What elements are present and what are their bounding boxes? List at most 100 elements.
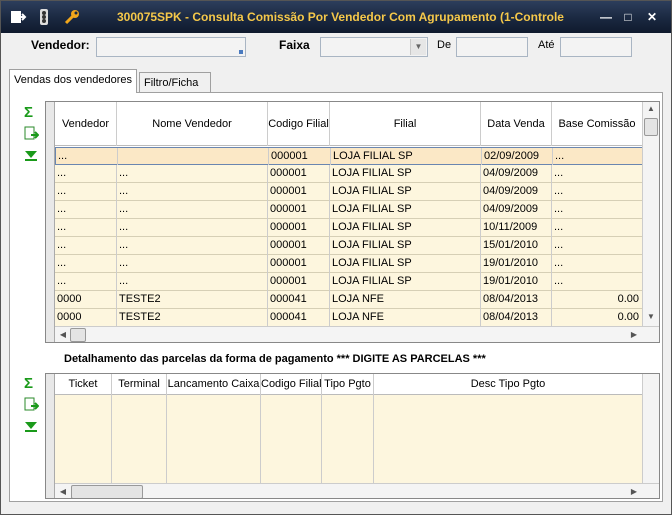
column-header-ticket[interactable]: Ticket bbox=[55, 374, 112, 395]
column-header-data-venda[interactable]: Data Venda bbox=[481, 102, 552, 146]
table-cell[interactable]: TESTE2 bbox=[117, 309, 268, 327]
table-cell[interactable]: ... bbox=[553, 148, 644, 166]
tab-vendas-dos-vendedores[interactable]: Vendas dos vendedores bbox=[9, 69, 137, 93]
column-header-nome-vendedor[interactable]: Nome Vendedor bbox=[117, 102, 268, 146]
table-cell[interactable]: LOJA FILIAL SP bbox=[330, 273, 481, 291]
table-cell[interactable]: ... bbox=[117, 201, 268, 219]
table-cell[interactable]: ... bbox=[117, 165, 268, 183]
table-cell[interactable]: LOJA FILIAL SP bbox=[331, 148, 482, 166]
column-header-codigo-filial-detail[interactable]: Codigo Filial bbox=[261, 374, 322, 395]
detail-vertical-scrollbar[interactable] bbox=[642, 374, 659, 483]
export-grid-icon[interactable] bbox=[23, 126, 39, 142]
tab-filtro-ficha[interactable]: Filtro/Ficha bbox=[139, 72, 211, 92]
table-cell[interactable]: ... bbox=[117, 255, 268, 273]
table-cell[interactable]: LOJA FILIAL SP bbox=[330, 237, 481, 255]
chevron-down-icon[interactable]: ▼ bbox=[410, 39, 426, 55]
table-cell[interactable]: 04/09/2009 bbox=[481, 165, 552, 183]
sum-icon[interactable]: Σ bbox=[24, 105, 40, 121]
column-header-vendedor[interactable]: Vendedor bbox=[55, 102, 117, 146]
scroll-down-icon[interactable]: ▼ bbox=[643, 312, 659, 321]
table-cell[interactable]: 08/04/2013 bbox=[481, 291, 552, 309]
table-cell[interactable]: ... bbox=[552, 237, 643, 255]
payment-installments-grid[interactable]: Ticket Terminal Lancamento Caixa Codigo … bbox=[45, 373, 660, 499]
table-row[interactable]: 0000 TESTE2 000041 LOJA NFE 08/04/2013 0.00 bbox=[55, 309, 643, 327]
table-cell[interactable]: ... bbox=[552, 165, 643, 183]
sales-grid[interactable]: Vendedor Nome Vendedor Codigo Filial Fil… bbox=[45, 101, 660, 343]
column-header-terminal[interactable]: Terminal bbox=[112, 374, 167, 395]
faixa-select[interactable]: ▼ bbox=[320, 37, 428, 57]
table-cell[interactable]: 000001 bbox=[268, 201, 330, 219]
table-row[interactable]: ...... 000001 LOJA FILIAL SP 15/01/2010... bbox=[55, 237, 643, 255]
minimize-button[interactable]: — bbox=[598, 9, 614, 25]
column-header-lancamento-caixa[interactable]: Lancamento Caixa bbox=[167, 374, 261, 395]
table-cell[interactable]: ... bbox=[56, 148, 118, 166]
scrollbar-thumb-horizontal[interactable] bbox=[70, 328, 86, 342]
table-cell[interactable]: 000041 bbox=[268, 309, 330, 327]
table-cell[interactable]: 04/09/2009 bbox=[481, 201, 552, 219]
table-cell[interactable]: 10/11/2009 bbox=[481, 219, 552, 237]
table-row[interactable]: ...... 000001 LOJA FILIAL SP 04/09/2009... bbox=[55, 183, 643, 201]
table-cell[interactable]: ... bbox=[552, 183, 643, 201]
table-cell[interactable]: ... bbox=[117, 237, 268, 255]
table-cell[interactable]: 000001 bbox=[268, 165, 330, 183]
table-cell[interactable]: 0.00 bbox=[552, 309, 643, 327]
vertical-scrollbar[interactable]: ▲ ▼ bbox=[642, 102, 659, 326]
table-cell[interactable]: 0000 bbox=[55, 291, 117, 309]
table-cell[interactable]: 000001 bbox=[268, 255, 330, 273]
detail-horizontal-scrollbar[interactable]: ◀ ▶ bbox=[55, 483, 659, 498]
close-button[interactable]: ✕ bbox=[644, 9, 660, 25]
horizontal-scrollbar[interactable]: ◀ ▶ bbox=[55, 326, 659, 342]
table-row[interactable]: ...... 000001 LOJA FILIAL SP 10/11/2009... bbox=[55, 219, 643, 237]
table-cell[interactable]: 15/01/2010 bbox=[481, 237, 552, 255]
table-cell[interactable]: ... bbox=[117, 183, 268, 201]
table-cell[interactable]: 000041 bbox=[268, 291, 330, 309]
table-cell[interactable]: LOJA NFE bbox=[330, 309, 481, 327]
table-cell[interactable]: LOJA FILIAL SP bbox=[330, 165, 481, 183]
table-cell[interactable]: ... bbox=[55, 273, 117, 291]
table-row[interactable]: ...... 000001 LOJA FILIAL SP 04/09/2009... bbox=[55, 201, 643, 219]
table-cell[interactable]: 0000 bbox=[55, 309, 117, 327]
table-cell[interactable]: TESTE2 bbox=[117, 291, 268, 309]
vendedor-input[interactable] bbox=[96, 37, 246, 57]
title-bar[interactable]: 300075SPK - Consulta Comissão Por Vended… bbox=[1, 1, 671, 33]
detail-scrollbar-thumb[interactable] bbox=[71, 485, 143, 498]
table-cell[interactable]: LOJA NFE bbox=[330, 291, 481, 309]
table-row[interactable]: 0000 TESTE2 000041 LOJA NFE 08/04/2013 0.00 bbox=[55, 291, 643, 309]
table-cell[interactable]: LOJA FILIAL SP bbox=[330, 183, 481, 201]
detail-scroll-right-icon[interactable]: ▶ bbox=[626, 487, 642, 496]
column-header-filial[interactable]: Filial bbox=[330, 102, 481, 146]
table-cell[interactable]: 19/01/2010 bbox=[481, 273, 552, 291]
table-cell[interactable]: 000001 bbox=[268, 273, 330, 291]
table-cell[interactable]: LOJA FILIAL SP bbox=[330, 255, 481, 273]
column-header-codigo-filial[interactable]: Codigo Filial bbox=[268, 102, 330, 146]
column-header-tipo-pgto[interactable]: Tipo Pgto bbox=[322, 374, 374, 395]
column-header-desc-tipo-pgto[interactable]: Desc Tipo Pgto bbox=[374, 374, 643, 395]
table-cell[interactable]: ... bbox=[55, 183, 117, 201]
table-cell[interactable]: LOJA FILIAL SP bbox=[330, 219, 481, 237]
table-cell[interactable]: 000001 bbox=[268, 183, 330, 201]
table-cell[interactable]: ... bbox=[55, 237, 117, 255]
table-cell[interactable]: ... bbox=[552, 219, 643, 237]
de-input[interactable] bbox=[456, 37, 528, 57]
table-row-selected[interactable]: ... 000001 LOJA FILIAL SP 02/09/2009... bbox=[55, 147, 644, 166]
maximize-button[interactable]: □ bbox=[620, 9, 636, 25]
table-cell[interactable] bbox=[118, 148, 269, 166]
table-cell[interactable]: ... bbox=[55, 219, 117, 237]
table-cell[interactable]: ... bbox=[117, 219, 268, 237]
table-row[interactable]: ...... 000001 LOJA FILIAL SP 19/01/2010... bbox=[55, 273, 643, 291]
lookup-icon[interactable] bbox=[238, 49, 244, 55]
table-cell[interactable]: ... bbox=[117, 273, 268, 291]
scrollbar-thumb[interactable] bbox=[644, 118, 658, 136]
table-cell[interactable]: ... bbox=[55, 255, 117, 273]
table-cell[interactable]: 0.00 bbox=[552, 291, 643, 309]
detail-sum-icon[interactable]: Σ bbox=[24, 376, 40, 392]
table-cell[interactable]: ... bbox=[552, 255, 643, 273]
scroll-up-icon[interactable]: ▲ bbox=[643, 104, 659, 113]
table-cell[interactable]: 08/04/2013 bbox=[481, 309, 552, 327]
table-cell[interactable]: 19/01/2010 bbox=[481, 255, 552, 273]
table-cell[interactable]: 000001 bbox=[268, 237, 330, 255]
ate-input[interactable] bbox=[560, 37, 632, 57]
detail-export-icon[interactable] bbox=[23, 397, 39, 413]
wrench-icon[interactable] bbox=[63, 8, 81, 26]
table-cell[interactable]: LOJA FILIAL SP bbox=[330, 201, 481, 219]
